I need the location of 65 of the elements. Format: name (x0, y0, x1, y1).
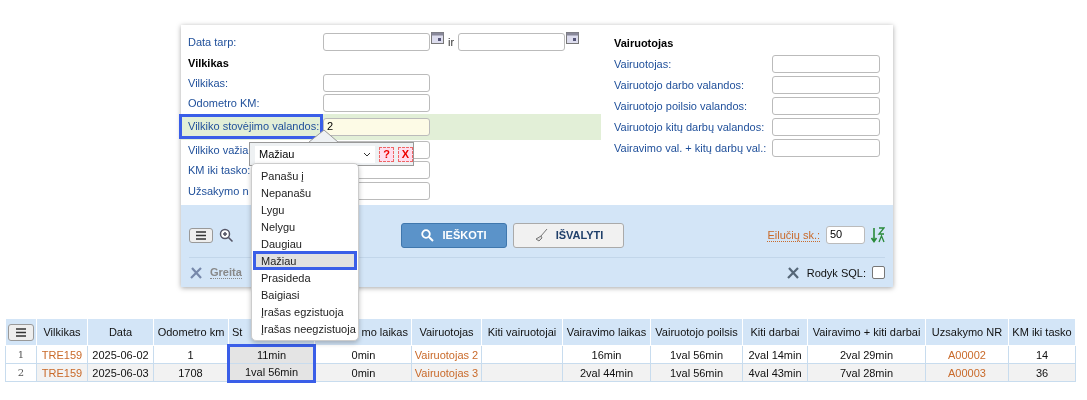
dropdown-option[interactable]: Lygu (254, 201, 356, 218)
column-header: Vairuotojo poilsis (650, 318, 743, 346)
dropdown-option[interactable]: Nelygu (254, 218, 356, 235)
help-button[interactable]: ? (379, 146, 394, 162)
sql-checkbox[interactable] (872, 266, 885, 279)
field-label: Vairavimo val. + kitų darbų val.: (614, 141, 767, 154)
menu-button[interactable] (189, 227, 213, 243)
dropdown-option[interactable]: Mažiau (254, 252, 356, 269)
menu-icon (195, 230, 207, 240)
field-label: Odometro KM: (188, 97, 260, 110)
field-label: Vairuotojo darbo valandos: (614, 78, 745, 91)
operator-select[interactable]: Mažiau (255, 145, 375, 163)
separator-text: ir (448, 36, 455, 49)
input-field[interactable] (323, 33, 430, 52)
rows-count-field[interactable]: 50 (826, 226, 865, 244)
dropdown-option[interactable]: Baigiasi (254, 286, 356, 303)
input-field[interactable] (772, 117, 880, 136)
column-header: Data (87, 318, 154, 346)
column-header: KM iki tasko (1008, 318, 1076, 346)
field-label: Vilkiko stovėjimo valandos: (182, 117, 320, 137)
dropdown-option[interactable]: Panašu į (254, 167, 356, 184)
input-field[interactable] (772, 75, 880, 94)
column-header: Uzsakymo NR (925, 318, 1009, 346)
menu-icon (15, 327, 27, 337)
input-field[interactable] (772, 138, 880, 157)
calendar-icon[interactable] (431, 32, 444, 45)
search-icon (421, 228, 435, 242)
field-label: Užsakymo n (188, 184, 249, 197)
remove-button[interactable]: X (398, 146, 413, 162)
chevron-down-icon (363, 151, 371, 157)
input-field[interactable] (458, 33, 566, 52)
field-label: Data tarp: (188, 36, 237, 49)
input-field[interactable] (772, 96, 880, 115)
input-field[interactable] (323, 94, 430, 113)
dropdown-option[interactable]: Daugiau (254, 235, 356, 252)
menu-button[interactable] (8, 323, 34, 341)
field-label: Vairuotojo poilsio valandos: (614, 99, 748, 112)
input-field[interactable] (323, 73, 430, 92)
field-label: Vilkikas: (188, 76, 229, 89)
column-header: Kiti vairuotojai (481, 318, 563, 346)
column-header: Kiti darbai (742, 318, 808, 346)
broom-icon (533, 228, 548, 242)
zoom-icon[interactable] (219, 227, 234, 243)
field-label: Vilkiko važia (188, 143, 249, 156)
dropdown-option[interactable]: Prasideda (254, 269, 356, 286)
rows-count-label: Eilučių sk.: (767, 228, 820, 242)
column-header: Vairavimo + kiti darbai (807, 318, 926, 346)
field-label: Vairuotojo kitų darbų valandos: (614, 120, 765, 133)
field-label: KM iki tasko: (188, 164, 251, 177)
section-heading: Vairuotojas (614, 36, 674, 49)
calendar-icon[interactable] (566, 32, 580, 45)
column-header: Vairuotojas (411, 318, 482, 346)
clear-button[interactable]: IŠVALYTI (513, 222, 624, 248)
sql-label: Rodyk SQL: (806, 266, 866, 279)
column-header: Vilkikas (36, 318, 88, 346)
dropdown-option[interactable]: Įrašas egzistuoja (254, 303, 356, 320)
field-label: Vairuotojas: (614, 57, 672, 70)
section-heading: Vilkikas (188, 56, 229, 69)
table-cell: 11min (228, 345, 315, 364)
input-field[interactable]: 2 (323, 117, 430, 136)
sort-icon[interactable] (871, 227, 885, 243)
column-header: Odometro km (153, 318, 229, 346)
input-field[interactable] (772, 54, 880, 73)
dropdown-option[interactable]: Nepanašu (254, 184, 356, 201)
column-header: Vairavimo laikas (562, 318, 651, 346)
